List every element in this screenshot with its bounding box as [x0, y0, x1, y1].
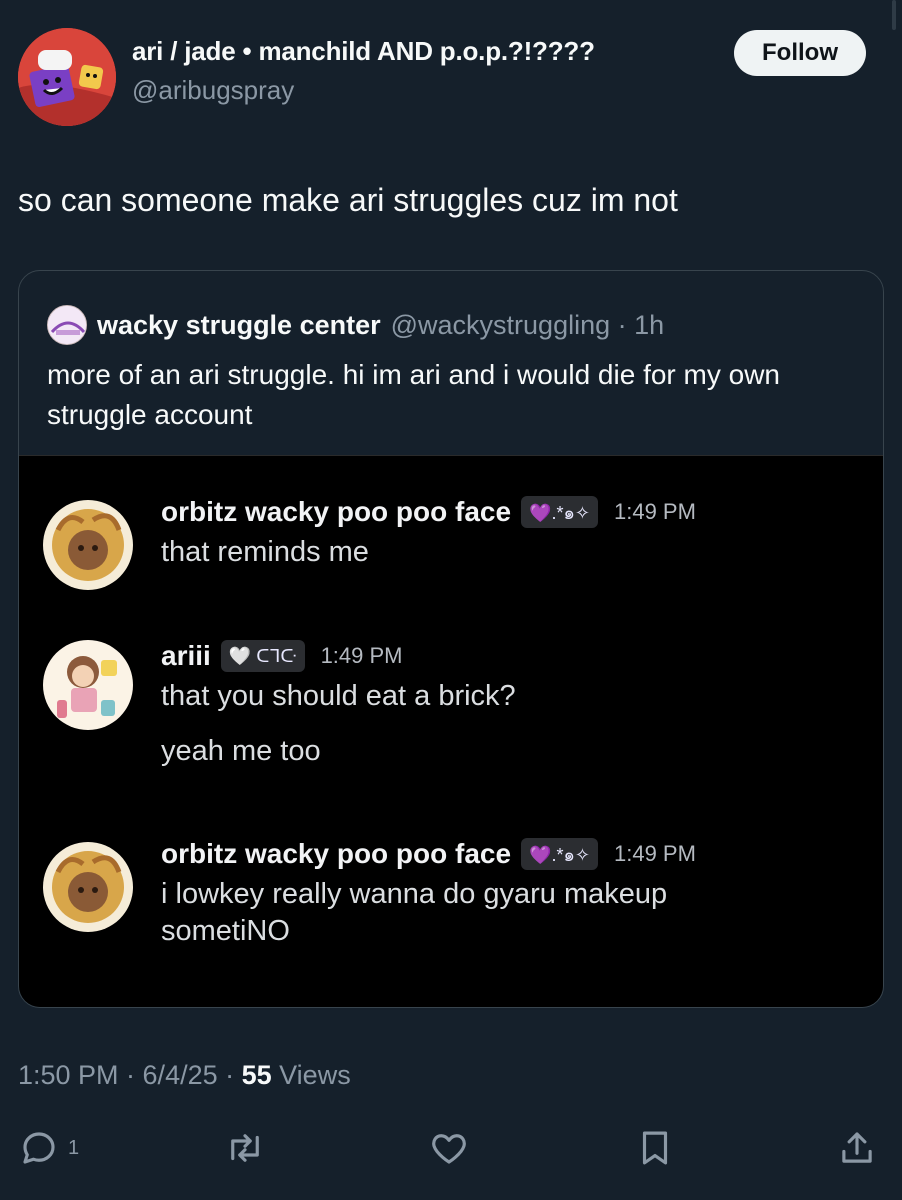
- discord-message-text: that reminds me: [161, 536, 369, 568]
- reply-count: 1: [68, 1136, 80, 1159]
- like-button[interactable]: [428, 1126, 470, 1170]
- quoted-tweet[interactable]: wacky struggle center @wackystruggling ·…: [18, 270, 884, 1008]
- quoted-tweet-header: wacky struggle center @wackystruggling ·…: [47, 305, 664, 345]
- like-icon: [432, 1134, 466, 1164]
- discord-screenshot: orbitz wacky poo poo face 💜.*๑✧ 1:49 PM …: [19, 455, 883, 1007]
- scrollbar[interactable]: [892, 0, 896, 30]
- discord-message-text: sometiNO: [161, 915, 290, 947]
- discord-user-tag: 💜.*๑✧: [521, 496, 598, 528]
- discord-user-tag: 💜.*๑✧: [521, 838, 598, 870]
- discord-message-text: that you should eat a brick?: [161, 680, 516, 712]
- retweet-button[interactable]: [224, 1126, 266, 1170]
- tweet-header: ari / jade • manchild AND p.o.p.?!???? @…: [18, 22, 884, 126]
- tweet-text: so can someone make ari struggles cuz im…: [18, 182, 678, 218]
- discord-timestamp: 1:49 PM: [320, 643, 403, 668]
- views-count: 55: [241, 1060, 272, 1090]
- discord-user-tag: 🤍 ᑕᒣᑢ: [220, 640, 305, 672]
- share-icon: [842, 1132, 872, 1163]
- retweet-icon: [231, 1134, 259, 1162]
- ariii-avatar: [43, 640, 133, 730]
- discord-timestamp: 1:49 PM: [614, 841, 696, 866]
- bookmark-button[interactable]: [634, 1126, 676, 1170]
- tweet-metadata: 1:50 PM · 6/4/25 · 55 Views: [18, 1060, 351, 1091]
- discord-username: orbitz wacky poo poo face: [161, 496, 512, 527]
- follow-button[interactable]: Follow: [734, 30, 866, 76]
- tweet-timestamp[interactable]: 1:50 PM · 6/4/25 ·: [18, 1060, 242, 1090]
- discord-message-text: yeah me too: [161, 735, 321, 767]
- orbitz-avatar: [43, 842, 133, 932]
- discord-timestamp: 1:49 PM: [614, 499, 696, 524]
- quoted-author-name[interactable]: wacky struggle center: [97, 310, 381, 341]
- discord-username: ariii: [161, 640, 211, 671]
- quoted-author-avatar[interactable]: [47, 305, 87, 345]
- reply-button[interactable]: 1: [18, 1126, 79, 1170]
- author-avatar[interactable]: [18, 28, 116, 126]
- discord-username: orbitz wacky poo poo face: [161, 838, 512, 869]
- orbitz-avatar: [43, 500, 133, 590]
- author-handle[interactable]: @aribugspray: [132, 75, 595, 106]
- bookmark-icon: [642, 1131, 668, 1165]
- share-button[interactable]: [836, 1126, 878, 1170]
- quoted-tweet-text: more of an ari struggle. hi im ari and i…: [47, 359, 780, 430]
- tweet-actions: 1: [0, 1120, 902, 1180]
- views-label: Views: [271, 1060, 351, 1090]
- quoted-author-handle-time[interactable]: @wackystruggling · 1h: [391, 310, 665, 341]
- reply-icon: [23, 1132, 55, 1164]
- author-display-name[interactable]: ari / jade • manchild AND p.o.p.?!????: [132, 36, 595, 67]
- discord-message-text: i lowkey really wanna do gyaru makeup: [161, 878, 668, 910]
